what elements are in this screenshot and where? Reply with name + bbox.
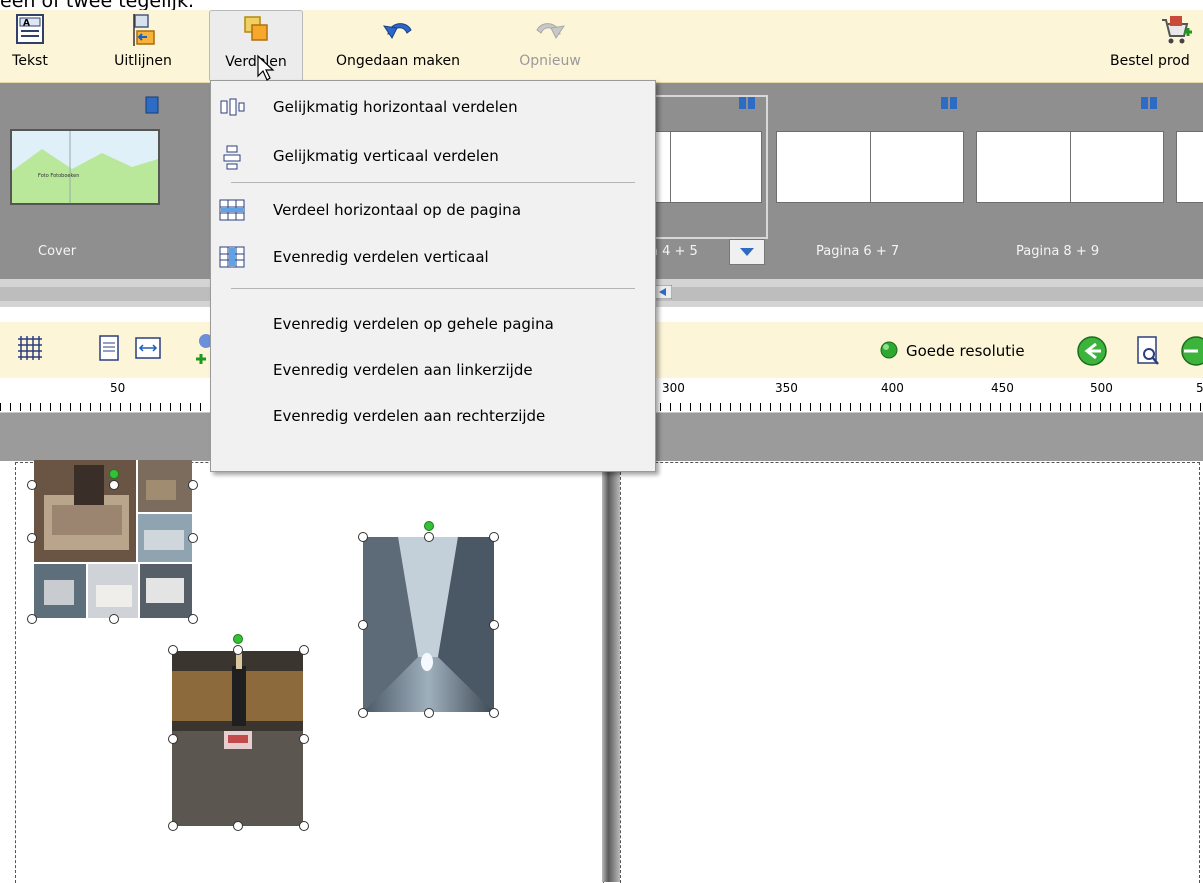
text-button-label: Tekst — [12, 53, 48, 69]
right-page[interactable] — [620, 462, 1200, 883]
strip-label-4-5: a 4 + 5 — [650, 244, 698, 259]
menu-item-distribute-horizontal[interactable]: Gelijkmatig horizontaal verdelen — [273, 90, 518, 124]
spread-6-7-thumb[interactable] — [776, 131, 964, 203]
resize-handle[interactable] — [188, 614, 198, 624]
add-photo-icon[interactable] — [194, 333, 210, 367]
resize-handle[interactable] — [299, 821, 309, 831]
distribute-menu: Gelijkmatig horizontaal verdelen Gelijkm… — [210, 80, 656, 472]
book-spine — [602, 440, 620, 882]
open-book-icon — [941, 97, 957, 109]
resize-handle[interactable] — [27, 614, 37, 624]
menu-separator — [231, 182, 635, 183]
distribute-horizontal-icon — [220, 98, 245, 116]
rotate-handle[interactable] — [233, 634, 243, 644]
resize-handle[interactable] — [233, 821, 243, 831]
resize-handle[interactable] — [358, 532, 368, 542]
bottle-image — [172, 651, 303, 826]
redo-button-label: Opnieuw — [519, 53, 581, 69]
resize-handle[interactable] — [168, 821, 178, 831]
scroll-left-arrow-icon[interactable] — [654, 285, 672, 299]
grid-vertical-icon — [219, 246, 245, 268]
ruler-tick-label: 300 — [662, 381, 685, 395]
order-product-button[interactable]: Bestel prod — [1106, 10, 1203, 80]
resize-handle[interactable] — [188, 480, 198, 490]
menu-item-distribute-vertical-even[interactable]: Evenredig verdelen verticaal — [273, 240, 489, 274]
menu-item-distribute-left[interactable]: Evenredig verdelen aan linkerzijde — [273, 353, 533, 387]
spread-dropdown-button[interactable] — [729, 239, 765, 265]
spread-8-9-thumb[interactable] — [976, 131, 1164, 203]
resolution-status-label: Goede resolutie — [906, 342, 1025, 360]
strip-label-cover: Cover — [38, 244, 77, 259]
ruler-tick-label: 450 — [991, 381, 1014, 395]
book-icon — [145, 96, 159, 114]
next-page-icon[interactable] — [1180, 335, 1203, 367]
ruler-tick-label: 50 — [110, 381, 126, 395]
redo-button[interactable]: Opnieuw — [500, 10, 600, 80]
undo-button[interactable]: Ongedaan maken — [313, 10, 483, 80]
menu-item-distribute-vertical[interactable]: Gelijkmatig verticaal verdelen — [273, 139, 499, 173]
menu-item-distribute-horizontal-page[interactable]: Verdeel horizontaal op de pagina — [273, 193, 521, 227]
ruler-tick-label: 500 — [1090, 381, 1113, 395]
grid-icon[interactable] — [15, 333, 45, 363]
redo-icon — [536, 23, 566, 39]
page-icon[interactable] — [94, 333, 124, 363]
mouse-cursor-icon — [257, 54, 275, 81]
open-book-icon — [739, 97, 755, 109]
cover-thumbnail-image: Foto Fotoboeken — [12, 131, 158, 203]
spread-next-thumb[interactable] — [1176, 131, 1203, 203]
resize-handle[interactable] — [489, 532, 499, 542]
ruler-tick-label: 350 — [775, 381, 798, 395]
resize-handle[interactable] — [168, 645, 178, 655]
resize-handle[interactable] — [489, 620, 499, 630]
fit-width-icon[interactable] — [133, 333, 163, 363]
resize-handle[interactable] — [233, 645, 243, 655]
text-button[interactable]: A Tekst — [0, 10, 60, 80]
menu-item-distribute-whole-page[interactable]: Evenredig verdelen op gehele pagina — [273, 307, 554, 341]
resolution-status-icon — [880, 341, 898, 359]
previous-page-icon[interactable] — [1076, 335, 1108, 367]
ruler-tick-label: 5 — [1196, 381, 1203, 395]
hallway-image — [363, 537, 494, 712]
resize-handle[interactable] — [299, 645, 309, 655]
main-toolbar: A Tekst Uitlijnen Verdelen Ongedaan make… — [0, 10, 1203, 83]
order-product-label: Bestel prod — [1110, 53, 1190, 69]
strip-label-6-7: Pagina 6 + 7 — [816, 244, 900, 259]
resize-handle[interactable] — [358, 708, 368, 718]
resize-handle[interactable] — [424, 532, 434, 542]
resize-handle[interactable] — [168, 734, 178, 744]
photo-bottle[interactable] — [172, 651, 303, 826]
resize-handle[interactable] — [109, 614, 119, 624]
resize-handle[interactable] — [188, 533, 198, 543]
resize-handle[interactable] — [424, 708, 434, 718]
align-button-label: Uitlijnen — [114, 53, 172, 69]
menu-item-distribute-right[interactable]: Evenredig verdelen aan rechterzijde — [273, 399, 545, 433]
undo-button-label: Ongedaan maken — [335, 53, 461, 69]
cart-icon — [1162, 16, 1192, 44]
menu-separator — [231, 288, 635, 289]
resize-handle[interactable] — [27, 533, 37, 543]
rotate-handle[interactable] — [109, 469, 119, 479]
page-preview-icon[interactable] — [1136, 335, 1162, 367]
text-icon: A — [16, 14, 44, 44]
open-book-icon — [1141, 97, 1157, 109]
distribute-icon — [244, 16, 268, 41]
svg-text:A: A — [23, 19, 30, 29]
grid-horizontal-icon — [219, 199, 245, 221]
cover-thumbnail-text: Foto Fotoboeken — [38, 173, 79, 179]
align-icon — [133, 14, 155, 46]
resize-handle[interactable] — [299, 734, 309, 744]
ruler-tick-label: 400 — [881, 381, 904, 395]
cover-thumbnail[interactable]: Foto Fotoboeken — [10, 129, 160, 205]
distribute-vertical-icon — [223, 145, 241, 170]
undo-icon — [382, 23, 412, 39]
photo-hallway[interactable] — [363, 537, 494, 712]
resize-handle[interactable] — [489, 708, 499, 718]
rotate-handle[interactable] — [424, 521, 434, 531]
chevron-down-icon — [740, 248, 754, 256]
resize-handle[interactable] — [358, 620, 368, 630]
resize-handle[interactable] — [27, 480, 37, 490]
align-button[interactable]: Uitlijnen — [104, 10, 182, 80]
resize-handle[interactable] — [109, 480, 119, 490]
strip-label-8-9: Pagina 8 + 9 — [1016, 244, 1100, 259]
